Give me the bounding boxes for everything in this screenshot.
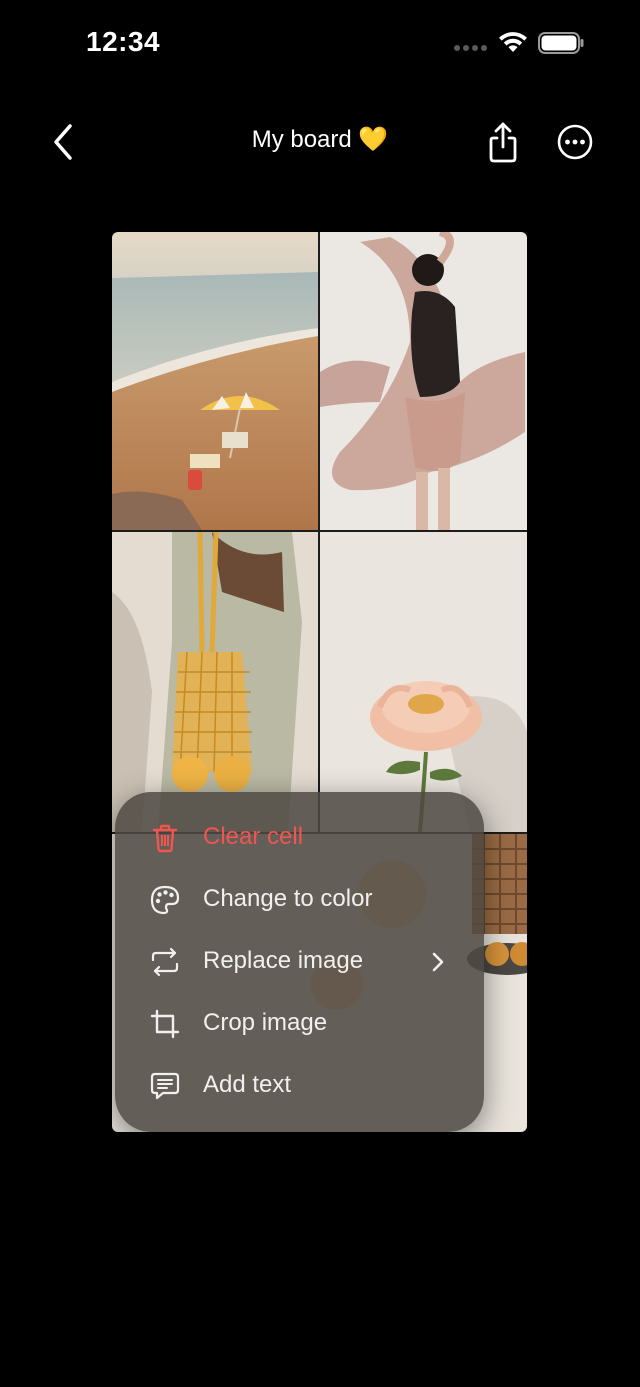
menu-item-label: Add text (203, 1071, 292, 1098)
replace-icon (151, 947, 179, 977)
menu-item-add-text[interactable]: Add text (115, 1056, 484, 1116)
peony-flower-photo (320, 532, 527, 832)
mesh-bag-photo (112, 532, 318, 832)
wifi-icon (499, 32, 527, 52)
crop-icon (150, 1009, 180, 1039)
navigation-bar: My board 💛 (0, 110, 640, 174)
menu-item-label: Crop image (203, 1009, 328, 1036)
menu-item-label: Replace image (203, 947, 364, 974)
board-cell-beach[interactable] (112, 232, 318, 530)
board-cell-mesh-bag[interactable] (112, 532, 318, 832)
beach-umbrella-photo (112, 232, 318, 530)
battery-icon (538, 32, 584, 54)
menu-item-replace-image[interactable]: Replace image (115, 932, 484, 992)
menu-item-clear-cell[interactable]: Clear cell (115, 808, 484, 868)
text-bubble-icon (150, 1072, 180, 1100)
cell-context-menu: Clear cell Change to color Replace image… (115, 792, 484, 1132)
menu-item-change-to-color[interactable]: Change to color (115, 870, 484, 930)
share-icon[interactable] (484, 120, 522, 164)
menu-item-label: Change to color (203, 885, 373, 912)
dancer-scarf-photo (320, 232, 527, 530)
menu-item-label: Clear cell (203, 823, 304, 850)
more-options-icon[interactable] (556, 123, 594, 161)
chevron-right-icon (432, 952, 444, 972)
cellular-signal-icon (454, 45, 488, 53)
board-cell-peony[interactable] (320, 532, 527, 832)
board-cell-dancer[interactable] (320, 232, 527, 530)
menu-item-crop-image[interactable]: Crop image (115, 994, 484, 1054)
status-bar: 12:34 (0, 0, 640, 90)
trash-icon (152, 824, 178, 853)
status-time: 12:34 (86, 26, 161, 57)
palette-icon (150, 885, 180, 915)
page-title: My board 💛 (251, 126, 389, 153)
